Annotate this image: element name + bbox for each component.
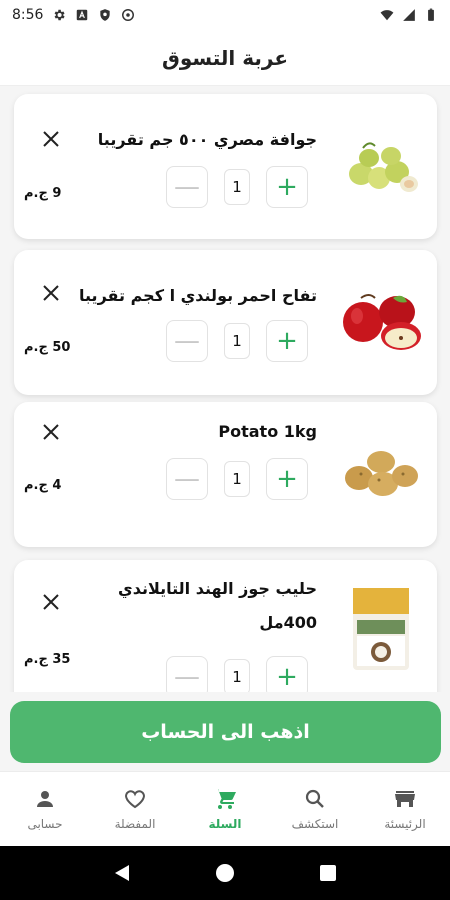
product-name: جوافة مصري ٥٠٠ جم تقريبا [97,130,317,149]
bottom-nav: الرئيسئة استكشف السلة المفضلة حسابى [0,771,450,846]
quantity-stepper: — 1 + [166,656,308,692]
remove-item-button[interactable] [38,419,64,445]
quantity-value: 1 [224,323,250,359]
quantity-stepper: — 1 + [166,458,308,500]
apple-image [339,288,423,356]
nav-label-explore: استكشف [291,817,339,831]
decrease-quantity-button[interactable]: — [166,166,208,208]
back-button[interactable] [110,861,134,885]
status-left: 8:56 [12,7,135,23]
decrease-quantity-button[interactable]: — [166,320,208,362]
search-icon [303,787,327,811]
coconut-milk-image [339,586,423,672]
vpn-icon [122,9,135,21]
page-title: عربة التسوق [161,45,288,70]
item-price: 9 ج.م [24,186,62,201]
potato-image [339,440,423,508]
product-name: تفاح احمر بولندي ا كجم تقريبا [79,286,317,305]
settings-icon [55,9,66,21]
increase-quantity-button[interactable]: + [266,166,308,208]
cart-icon [213,787,237,811]
remove-item-button[interactable] [38,589,64,615]
item-price: 4 ج.م [24,478,62,493]
increase-quantity-button[interactable]: + [266,656,308,692]
close-icon [43,131,59,147]
item-price: 50 ج.م [24,340,71,355]
remove-item-button[interactable] [38,126,64,152]
cart-item: تفاح احمر بولندي ا كجم تقريبا 50 ج.م — 1… [14,250,437,395]
item-price: 35 ج.م [24,652,71,667]
nav-label-favorites: المفضلة [114,817,156,831]
quantity-value: 1 [224,461,250,497]
cart-item: جوافة مصري ٥٠٠ جم تقريبا 9 ج.م — 1 + [14,94,437,239]
app-bar: عربة التسوق [0,30,450,86]
decrease-quantity-button[interactable]: — [166,656,208,692]
nav-item-favorites[interactable]: المفضلة [90,787,180,831]
back-triangle-icon [114,865,129,881]
status-right [380,8,438,22]
signal-icon [403,9,415,21]
store-icon [393,787,417,811]
recents-square-icon [320,865,337,881]
recents-button[interactable] [316,861,340,885]
nav-item-explore[interactable]: استكشف [270,787,360,831]
quantity-value: 1 [224,169,250,205]
decrease-quantity-button[interactable]: — [166,458,208,500]
product-name: حليب جوز الهند التايلاندي 400مل [118,579,317,632]
close-icon [43,424,59,440]
nav-label-cart: السلة [208,817,242,831]
home-circle-icon [215,864,234,882]
nav-item-account[interactable]: حسابى [0,787,90,831]
shield-icon [100,9,111,21]
checkout-button[interactable]: اذهب الى الحساب [10,701,441,763]
product-name: Potato 1kg [218,422,317,441]
cart-item: Potato 1kg 4 ج.م — 1 + [14,402,437,547]
quantity-stepper: — 1 + [166,320,308,362]
increase-quantity-button[interactable]: + [266,458,308,500]
quantity-stepper: — 1 + [166,166,308,208]
nav-item-home[interactable]: الرئيسئة [360,787,450,831]
status-time: 8:56 [12,7,44,23]
heart-icon [123,787,147,811]
system-nav-bar [0,846,450,900]
cart-item: حليب جوز الهند التايلاندي 400مل 35 ج.م —… [14,560,437,692]
notification-a-icon [77,9,88,21]
status-bar: 8:56 [0,0,450,30]
home-button[interactable] [213,861,237,885]
close-icon [43,285,59,301]
quantity-value: 1 [224,659,250,692]
nav-label-account: حسابى [27,817,63,831]
guava-image [339,132,423,200]
person-icon [33,787,57,811]
increase-quantity-button[interactable]: + [266,320,308,362]
remove-item-button[interactable] [38,280,64,306]
cart-list[interactable]: جوافة مصري ٥٠٠ جم تقريبا 9 ج.م — 1 + تفا… [0,86,450,692]
wifi-icon [380,10,394,21]
nav-label-home: الرئيسئة [384,817,426,831]
close-icon [43,594,59,610]
battery-icon [428,8,434,21]
nav-item-cart[interactable]: السلة [180,787,270,831]
